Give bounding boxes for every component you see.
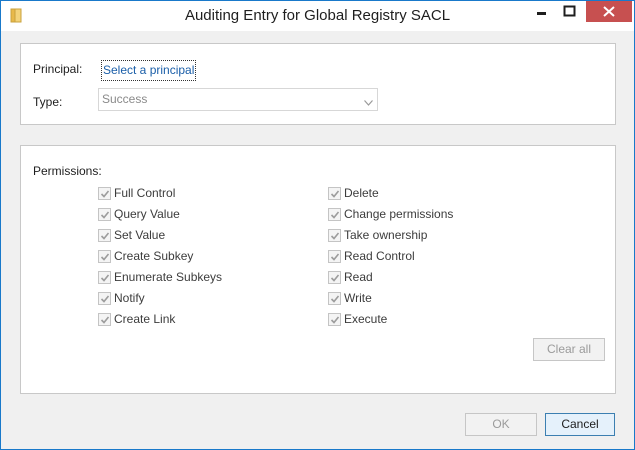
maximize-icon (563, 5, 576, 17)
checkbox-box[interactable] (98, 187, 111, 200)
check-icon (330, 253, 340, 261)
close-button[interactable] (586, 1, 632, 22)
check-icon (100, 295, 110, 303)
checkbox-box[interactable] (328, 187, 341, 200)
check-icon (330, 274, 340, 282)
check-icon (100, 190, 110, 198)
permissions-label: Permissions: (33, 164, 102, 178)
cancel-button[interactable]: Cancel (545, 413, 615, 436)
checkbox-box[interactable] (98, 271, 111, 284)
check-icon (330, 190, 340, 198)
checkbox-label: Query Value (114, 207, 180, 221)
clear-all-button[interactable]: Clear all (533, 338, 605, 361)
checkbox-label: Notify (114, 291, 145, 305)
checkbox-label: Execute (344, 312, 388, 326)
checkbox-label: Create Subkey (114, 249, 194, 263)
title-bar[interactable]: Auditing Entry for Global Registry SACL (1, 1, 634, 31)
checkbox-label: Change permissions (344, 207, 454, 221)
minimize-button[interactable] (528, 1, 554, 22)
checkbox-box[interactable] (328, 229, 341, 242)
checkbox-label: Write (344, 291, 372, 305)
checkbox-label: Create Link (114, 312, 176, 326)
checkbox-label: Full Control (114, 186, 176, 200)
check-icon (330, 211, 340, 219)
checkbox-box[interactable] (328, 250, 341, 263)
checkbox-label: Read (344, 270, 373, 284)
type-select[interactable]: Success (98, 88, 378, 111)
select-principal-link[interactable]: Select a principal (101, 60, 197, 81)
permissions-group: Permissions: Full Control Query Value Se… (20, 145, 616, 394)
checkbox-box[interactable] (98, 313, 111, 326)
checkbox-box[interactable] (98, 208, 111, 221)
principal-group: Principal: Select a principal Type: Succ… (20, 43, 616, 125)
principal-label: Principal: (33, 62, 83, 76)
check-icon (100, 316, 110, 324)
checkbox-label: Delete (344, 186, 379, 200)
checkbox-box[interactable] (328, 313, 341, 326)
checkbox-box[interactable] (328, 292, 341, 305)
checkbox-label: Set Value (114, 228, 166, 242)
checkbox-box[interactable] (328, 271, 341, 284)
dialog-window: Auditing Entry for Global Registry SACL … (0, 0, 635, 450)
check-icon (330, 232, 340, 240)
checkbox-box[interactable] (328, 208, 341, 221)
checkbox-label: Enumerate Subkeys (114, 270, 223, 284)
check-icon (330, 316, 340, 324)
minimize-icon (537, 12, 546, 15)
checkbox-label: Take ownership (344, 228, 428, 242)
checkbox-box[interactable] (98, 292, 111, 305)
check-icon (100, 274, 110, 282)
maximize-button[interactable] (556, 1, 583, 22)
check-icon (330, 295, 340, 303)
close-icon (586, 1, 632, 22)
type-label: Type: (33, 95, 63, 109)
checkbox-label: Read Control (344, 249, 415, 263)
check-icon (100, 253, 110, 261)
ok-button[interactable]: OK (465, 413, 537, 436)
type-select-value: Success (102, 92, 148, 106)
check-icon (100, 232, 110, 240)
check-icon (100, 211, 110, 219)
checkbox-box[interactable] (98, 229, 111, 242)
checkbox-box[interactable] (98, 250, 111, 263)
chevron-down-icon (364, 95, 373, 109)
